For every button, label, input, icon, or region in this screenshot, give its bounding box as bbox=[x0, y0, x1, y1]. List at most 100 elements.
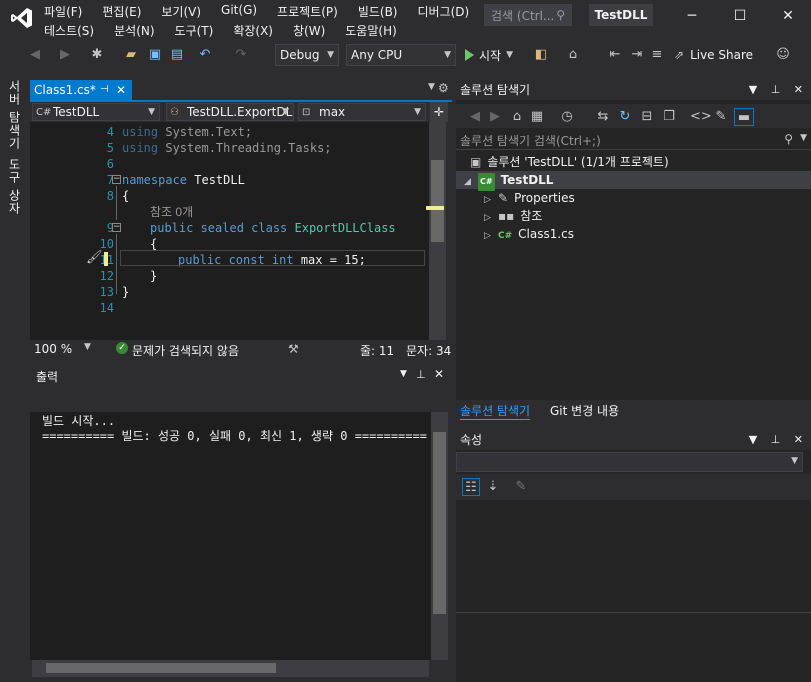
live-share-button[interactable]: ⇗ Live Share bbox=[674, 46, 753, 64]
pin-icon[interactable]: ⊥ bbox=[771, 83, 781, 96]
alphabetical-icon[interactable]: ⇣ bbox=[484, 478, 502, 496]
menu-extensions[interactable]: 확장(X) bbox=[233, 22, 273, 40]
undo-icon[interactable]: ↶ bbox=[196, 46, 214, 64]
tab-solution-explorer[interactable]: 솔루션 탐색기 bbox=[460, 402, 531, 420]
chevron-down-icon[interactable]: ▼ bbox=[749, 83, 757, 96]
menu-project[interactable]: 프로젝트(P) bbox=[277, 3, 338, 21]
code-editor[interactable]: 4 5 6 7 8 9 10 11 12 13 14 − − 🖌 using S… bbox=[30, 122, 429, 340]
step-icon[interactable]: ⇤ bbox=[606, 46, 624, 64]
class-dropdown[interactable]: ⚇ TestDLL.ExportDL ▼ bbox=[166, 103, 294, 121]
pending-changes-icon[interactable]: ◷ bbox=[558, 108, 576, 126]
codelens-references[interactable]: 참조 0개 bbox=[150, 204, 193, 220]
configuration-dropdown[interactable]: Debug ▼ bbox=[275, 44, 339, 66]
collapse-icon[interactable]: − bbox=[112, 223, 121, 232]
maximize-icon[interactable]: ☐ bbox=[730, 6, 750, 26]
attach-process-icon[interactable]: ◧ bbox=[532, 46, 550, 64]
tab-git-changes[interactable]: Git 변경 내용 bbox=[550, 402, 619, 419]
start-debug-button[interactable]: 시작 ▼ bbox=[465, 46, 513, 64]
tab-class1-cs[interactable]: Class1.cs* ⊣ ✕ bbox=[30, 80, 132, 100]
menu-edit[interactable]: 편집(E) bbox=[102, 3, 141, 21]
search-input[interactable]: 검색 (Ctrl... ⚲ bbox=[484, 4, 572, 26]
solution-explorer-search[interactable]: 솔루션 탐색기 검색(Ctrl+;) ⚲ ▼ bbox=[456, 130, 811, 150]
switch-views-icon[interactable]: ▦ bbox=[528, 108, 546, 126]
tree-solution-node[interactable]: ▣ 솔루션 'TestDLL' (1/1개 프로젝트) bbox=[470, 153, 669, 171]
pin-icon[interactable]: ⊣ bbox=[100, 80, 109, 100]
tree-item-class1[interactable]: ▷ C# Class1.cs bbox=[484, 225, 574, 243]
menu-view[interactable]: 보기(V) bbox=[161, 3, 201, 21]
toolbox-tab[interactable]: 도구 상자 bbox=[5, 158, 23, 215]
menu-test[interactable]: 테스트(S) bbox=[44, 22, 94, 40]
output-text-area[interactable]: 빌드 시작... ========== 빌드: 성공 0, 실패 0, 최신 1… bbox=[30, 412, 446, 660]
zoom-level[interactable]: 100 % bbox=[34, 342, 72, 356]
feedback-icon[interactable]: ☺ bbox=[774, 46, 792, 64]
new-project-icon[interactable]: ✱ bbox=[88, 46, 106, 64]
chevron-down-icon[interactable]: ▼ bbox=[84, 342, 91, 352]
home-icon[interactable]: ⌂ bbox=[508, 108, 526, 126]
server-explorer-tab[interactable]: 서버 탐색기 bbox=[5, 80, 23, 150]
sync-icon[interactable]: ⇆ bbox=[594, 108, 612, 126]
output-hscroll-thumb[interactable] bbox=[46, 663, 276, 673]
menu-build[interactable]: 빌드(B) bbox=[358, 3, 398, 21]
show-all-files-icon[interactable]: ❐ bbox=[660, 108, 678, 126]
categorized-icon[interactable]: ☷ bbox=[462, 478, 480, 496]
properties-object-dropdown[interactable]: ▼ bbox=[456, 452, 803, 472]
tree-project-node[interactable]: ◢ C# TestDLL bbox=[456, 171, 811, 191]
project-dropdown[interactable]: C# TestDLL ▼ bbox=[32, 103, 160, 121]
platform-dropdown[interactable]: Any CPU ▼ bbox=[346, 44, 456, 66]
menu-bar-row1: 파일(F) 편집(E) 보기(V) Git(G) 프로젝트(P) 빌드(B) 디… bbox=[44, 3, 489, 21]
close-icon[interactable]: ✕ bbox=[116, 80, 126, 100]
code-line-9: public sealed class ExportDLLClass bbox=[150, 220, 396, 236]
quick-actions-icon[interactable]: 🖌 bbox=[86, 250, 103, 265]
property-pages-icon[interactable]: ✎ bbox=[512, 478, 530, 496]
caret-right-icon[interactable]: ▷ bbox=[484, 227, 498, 245]
collapse-icon[interactable]: − bbox=[112, 175, 121, 184]
chevron-down-icon[interactable]: ▼ bbox=[800, 133, 807, 143]
menu-analyze[interactable]: 분석(N) bbox=[114, 22, 154, 40]
navigate-back-icon[interactable]: ◀ bbox=[26, 46, 44, 64]
navigate-forward-icon[interactable]: ▶ bbox=[56, 46, 74, 64]
menu-help[interactable]: 도움말(H) bbox=[345, 22, 397, 40]
split-editor-icon[interactable]: ✛ bbox=[430, 102, 448, 122]
save-all-icon[interactable]: ▤ bbox=[168, 46, 186, 64]
refresh-icon[interactable]: ↻ bbox=[616, 108, 634, 126]
editor-scroll-thumb[interactable] bbox=[431, 160, 444, 242]
chevron-down-icon: ▼ bbox=[506, 50, 514, 60]
open-folder-icon[interactable]: ▰ bbox=[122, 46, 140, 64]
fold-guide bbox=[116, 186, 117, 220]
back-icon[interactable]: ◀ bbox=[466, 108, 484, 126]
menu-window[interactable]: 창(W) bbox=[293, 22, 325, 40]
redo-icon[interactable]: ↷ bbox=[232, 46, 250, 64]
code-line-7: namespace TestDLL bbox=[122, 172, 245, 188]
output-scroll-thumb[interactable] bbox=[433, 432, 446, 614]
close-icon[interactable]: ✕ bbox=[434, 367, 444, 381]
cleanup-icon[interactable]: ⚒ bbox=[288, 342, 299, 356]
preview-icon[interactable]: ▬ bbox=[734, 108, 754, 126]
close-icon[interactable]: ✕ bbox=[794, 433, 803, 446]
browser-link-icon[interactable]: ⌂ bbox=[564, 46, 582, 64]
tree-item-references[interactable]: ▷ ▪▪ 참조 bbox=[484, 207, 542, 225]
menu-git[interactable]: Git(G) bbox=[221, 3, 257, 21]
issues-status[interactable]: 문제가 검색되지 않음 bbox=[132, 342, 239, 359]
gear-icon[interactable]: ⚙ bbox=[438, 81, 449, 95]
close-icon[interactable]: ✕ bbox=[778, 6, 798, 26]
close-icon[interactable]: ✕ bbox=[794, 83, 803, 96]
view-code-icon[interactable]: <> bbox=[690, 108, 712, 126]
minimize-icon[interactable]: ─ bbox=[682, 6, 702, 26]
member-dropdown[interactable]: ⊡ max ▼ bbox=[298, 103, 426, 121]
chevron-down-icon[interactable]: ▼ bbox=[749, 433, 757, 446]
collapse-all-icon[interactable]: ⊟ bbox=[638, 108, 656, 126]
caret-down-icon[interactable]: ◢ bbox=[464, 173, 478, 191]
chevron-down-icon[interactable]: ▼ bbox=[400, 369, 407, 379]
comment-icon[interactable]: ≡ bbox=[648, 46, 666, 64]
tree-item-properties[interactable]: ▷ ✎ Properties bbox=[484, 189, 575, 207]
chevron-down-icon[interactable]: ▼ bbox=[428, 82, 435, 92]
save-icon[interactable]: ▣ bbox=[146, 46, 164, 64]
properties-wrench-icon[interactable]: ✎ bbox=[712, 108, 730, 126]
indent-icon[interactable]: ⇥ bbox=[628, 46, 646, 64]
pin-icon[interactable]: ⊥ bbox=[416, 368, 426, 381]
pin-icon[interactable]: ⊥ bbox=[771, 433, 781, 446]
menu-debug[interactable]: 디버그(D) bbox=[418, 3, 470, 21]
menu-tools[interactable]: 도구(T) bbox=[175, 22, 214, 40]
menu-file[interactable]: 파일(F) bbox=[44, 3, 82, 21]
forward-icon[interactable]: ▶ bbox=[486, 108, 504, 126]
